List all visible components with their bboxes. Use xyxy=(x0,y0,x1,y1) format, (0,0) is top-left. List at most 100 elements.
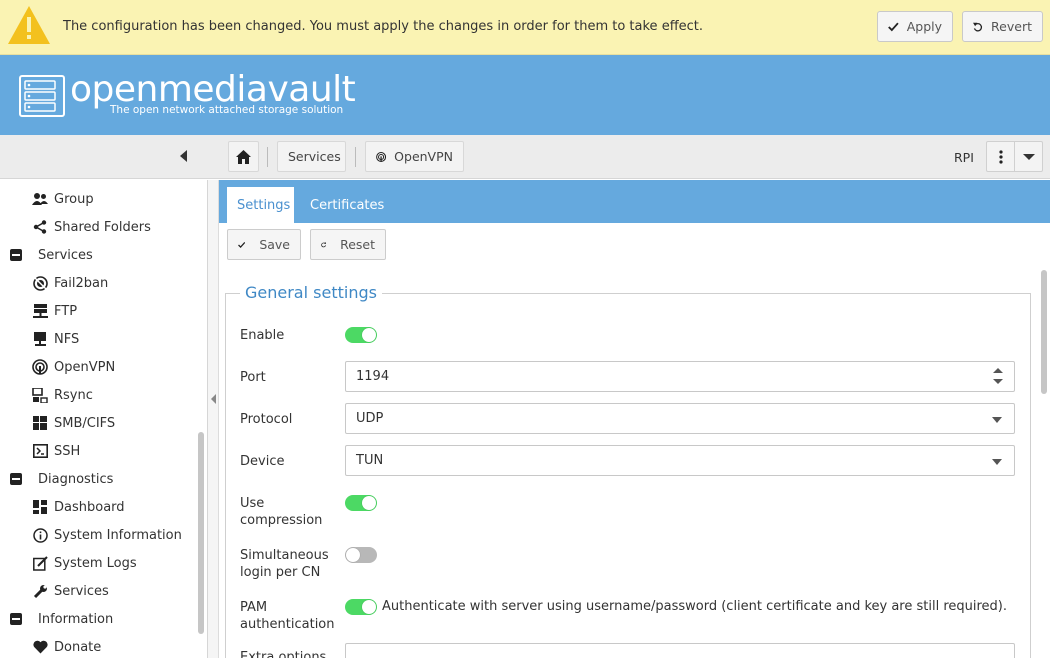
revert-button[interactable]: Revert xyxy=(962,11,1043,42)
enable-label: Enable xyxy=(240,328,285,343)
sidebar-item-label: OpenVPN xyxy=(54,359,116,375)
compression-toggle[interactable] xyxy=(345,495,377,511)
fieldset-legend: General settings xyxy=(240,283,382,302)
notification-message: The configuration has been changed. You … xyxy=(63,19,704,34)
tab-settings[interactable]: Settings xyxy=(227,187,294,223)
breadcrumb-openvpn-label: OpenVPN xyxy=(394,149,453,164)
sidebar-item-fail2ban[interactable]: Fail2ban xyxy=(32,269,108,297)
sidebar-item-label: FTP xyxy=(54,303,78,319)
simultaneous-toggle[interactable] xyxy=(345,547,377,563)
breadcrumb-openvpn[interactable]: OpenVPN xyxy=(365,141,464,172)
compression-label: Use compression xyxy=(240,495,322,529)
warning-icon xyxy=(8,6,50,44)
sidebar-item-group[interactable]: Group xyxy=(32,185,94,213)
collapse-icon[interactable] xyxy=(8,247,24,263)
collapse-icon[interactable] xyxy=(8,611,24,627)
spinner-icon[interactable] xyxy=(993,368,1003,386)
sidebar-item-label: NFS xyxy=(54,331,80,347)
chevron-down-icon xyxy=(992,459,1002,465)
rsync-icon xyxy=(32,387,48,403)
actions-menu-button[interactable] xyxy=(986,141,1043,172)
device-select[interactable]: TUN xyxy=(345,445,1015,476)
protocol-label: Protocol xyxy=(240,412,293,427)
breadcrumb-services-label: Services xyxy=(288,149,341,164)
compression-label-line1: Use xyxy=(240,496,265,511)
breadcrumb-services[interactable]: Services xyxy=(277,141,346,172)
sidebar-item-system-information[interactable]: System Information xyxy=(32,521,182,549)
save-button[interactable]: Save xyxy=(227,229,301,260)
nfs-icon xyxy=(32,331,48,347)
sidebar-item-donate[interactable]: Donate xyxy=(32,633,101,658)
simultaneous-label: Simultaneous login per CN xyxy=(240,547,329,581)
app-subtitle: The open network attached storage soluti… xyxy=(110,104,344,116)
apply-button[interactable]: Apply xyxy=(877,11,953,42)
content-scrollbar[interactable] xyxy=(1038,268,1050,658)
sidebar-item-system-logs[interactable]: System Logs xyxy=(32,549,137,577)
protocol-select[interactable]: UDP xyxy=(345,403,1015,434)
home-icon xyxy=(236,149,251,164)
port-label: Port xyxy=(240,370,266,385)
check-icon xyxy=(888,22,899,31)
simultaneous-label-line2: login per CN xyxy=(240,565,321,580)
windows-icon xyxy=(32,415,48,431)
wrench-icon xyxy=(32,583,48,599)
home-button[interactable] xyxy=(228,141,259,172)
sidebar-item-shared-folders[interactable]: Shared Folders xyxy=(32,213,151,241)
pam-label-line1: PAM xyxy=(240,600,268,615)
refresh-icon xyxy=(321,241,327,247)
apply-label: Apply xyxy=(906,19,942,34)
breadcrumb-separator xyxy=(267,147,268,167)
sidebar-item-label: Diagnostics xyxy=(38,471,114,487)
tab-certificates[interactable]: Certificates xyxy=(300,187,394,223)
sidebar-scrollbar[interactable] xyxy=(196,180,206,658)
collapse-sidebar-icon[interactable] xyxy=(180,150,187,162)
sidebar-item-label: Dashboard xyxy=(54,499,125,515)
group-icon xyxy=(32,191,48,207)
collapse-left-icon[interactable] xyxy=(211,394,216,404)
chevron-down-icon xyxy=(992,417,1002,423)
notification-bar: The configuration has been changed. You … xyxy=(0,0,1050,55)
sidebar-item-ftp[interactable]: FTP xyxy=(32,297,77,325)
compression-label-line2: compression xyxy=(240,513,323,528)
sidebar-group-information[interactable]: Information xyxy=(8,605,113,633)
sidebar-item-nfs[interactable]: NFS xyxy=(32,325,79,353)
sidebar-item-label: Services xyxy=(38,247,93,263)
sidebar-item-label: Information xyxy=(38,611,114,627)
terminal-icon xyxy=(32,443,48,459)
form-toolbar: Save Reset xyxy=(219,223,1050,268)
breadcrumb-separator xyxy=(355,147,356,167)
sidebar-item-smb[interactable]: SMB/CIFS xyxy=(32,409,115,437)
device-label: Device xyxy=(240,454,285,469)
enable-toggle[interactable] xyxy=(345,327,377,343)
reset-button[interactable]: Reset xyxy=(310,229,386,260)
device-value: TUN xyxy=(356,453,384,468)
extra-options-textarea[interactable] xyxy=(345,643,1015,658)
sidebar-group-diagnostics[interactable]: Diagnostics xyxy=(8,465,113,493)
protocol-value: UDP xyxy=(356,411,384,426)
port-input[interactable]: 1194 xyxy=(345,361,1015,392)
sidebar-group-services[interactable]: Services xyxy=(8,241,93,269)
dashboard-icon xyxy=(32,499,48,515)
sidebar-item-label: System Logs xyxy=(54,555,137,571)
sidebar-item-openvpn[interactable]: OpenVPN xyxy=(32,353,115,381)
sidebar-item-ssh[interactable]: SSH xyxy=(32,437,80,465)
sidebar-item-rsync[interactable]: Rsync xyxy=(32,381,93,409)
app-header: openmediavault The open network attached… xyxy=(0,55,1050,135)
undo-icon xyxy=(973,22,982,31)
breadcrumb-toolbar: Services OpenVPN RPI xyxy=(0,135,1050,179)
collapse-icon[interactable] xyxy=(8,471,24,487)
sidebar-item-label: Group xyxy=(54,191,94,207)
sidebar-splitter[interactable] xyxy=(208,180,219,658)
info-icon xyxy=(32,527,48,543)
sidebar-item-label: Rsync xyxy=(54,387,93,403)
reset-label: Reset xyxy=(340,237,375,252)
save-label: Save xyxy=(259,237,290,252)
pam-toggle[interactable] xyxy=(345,599,377,615)
chevron-down-icon xyxy=(1023,154,1035,160)
sidebar-item-dashboard[interactable]: Dashboard xyxy=(32,493,125,521)
sidebar-item-services-diagnostics[interactable]: Services xyxy=(32,577,109,605)
sidebar-item-label: SMB/CIFS xyxy=(54,415,116,431)
ftp-icon xyxy=(32,303,48,319)
port-value: 1194 xyxy=(356,369,390,384)
pam-label: PAM authentication xyxy=(240,599,335,633)
